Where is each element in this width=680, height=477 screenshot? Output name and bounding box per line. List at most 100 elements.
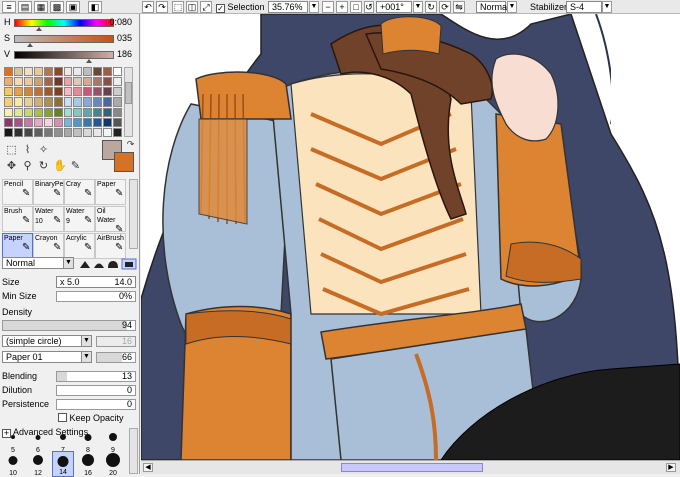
color-swatch[interactable]: [43, 67, 53, 77]
texture-slider[interactable]: 66: [96, 352, 136, 363]
color-swatch[interactable]: [103, 87, 113, 97]
color-swatch[interactable]: [4, 87, 13, 97]
blend-dropdown-icon[interactable]: ▼: [507, 1, 517, 13]
color-swatch[interactable]: [93, 77, 103, 87]
color-swatch[interactable]: [73, 87, 83, 97]
brush-shape-dropdown[interactable]: (simple circle) ▼: [2, 335, 92, 347]
rotate-tool-icon[interactable]: ↻: [37, 160, 50, 173]
color-swatch[interactable]: [113, 127, 122, 137]
color-swatch[interactable]: [103, 67, 113, 77]
brush-preset[interactable]: Crayon ✎: [33, 233, 64, 259]
redo-icon[interactable]: ↷: [156, 1, 168, 13]
rotation-field[interactable]: +001°: [376, 1, 412, 13]
value-bar[interactable]: [14, 51, 114, 59]
brush-scrollbar[interactable]: [129, 179, 138, 249]
color-swatch[interactable]: [4, 67, 13, 77]
color-swatch[interactable]: [33, 77, 43, 87]
color-swatch[interactable]: [4, 117, 13, 127]
tip-shape-sharp[interactable]: [80, 261, 90, 268]
stabilizer-dropdown-icon[interactable]: ▼: [602, 1, 612, 13]
brush-tip-shapes[interactable]: [78, 258, 138, 270]
color-swatch[interactable]: [93, 127, 103, 137]
hand-tool-icon[interactable]: ✋: [53, 160, 67, 173]
brush-preset[interactable]: Water 9 ✎: [64, 206, 95, 232]
color-swatch[interactable]: [33, 117, 43, 127]
color-swatch[interactable]: [63, 117, 73, 127]
color-swatch[interactable]: [53, 97, 63, 107]
color-swatch[interactable]: [13, 97, 23, 107]
color-swatch[interactable]: [43, 77, 53, 87]
color-swatch[interactable]: [83, 77, 93, 87]
zoom-out-icon[interactable]: −: [322, 1, 334, 13]
color-swatch[interactable]: [73, 67, 83, 77]
background-color[interactable]: [114, 152, 134, 172]
brush-preset[interactable]: Brush ✎: [2, 206, 33, 232]
color-swatch[interactable]: [43, 107, 53, 117]
brush-size-preset[interactable]: 16: [77, 451, 99, 477]
rotate-reset-icon[interactable]: ↻: [425, 1, 437, 13]
color-swatch[interactable]: [113, 117, 122, 127]
color-swatch[interactable]: [23, 117, 33, 127]
color-swatch[interactable]: [103, 77, 113, 87]
color-swatch[interactable]: [4, 127, 13, 137]
move-icon[interactable]: ✥: [5, 160, 18, 173]
color-swatch[interactable]: [33, 107, 43, 117]
color-swatch[interactable]: [93, 117, 103, 127]
canvas-horizontal-scrollbar[interactable]: ◀ ▶: [141, 460, 680, 474]
brush-preset[interactable]: Paper ✎: [2, 233, 33, 259]
color-swatch[interactable]: [4, 97, 13, 107]
stabilizer-field[interactable]: S-4: [566, 1, 602, 13]
color-swatch[interactable]: [63, 127, 73, 137]
color-swatch[interactable]: [33, 67, 43, 77]
saturation-handle[interactable]: [27, 43, 33, 47]
color-swatch[interactable]: [83, 117, 93, 127]
color-swatch[interactable]: [23, 107, 33, 117]
eyedropper-icon[interactable]: ✎: [69, 160, 82, 173]
color-swatch[interactable]: [103, 107, 113, 117]
keep-opacity-checkbox[interactable]: Keep Opacity: [58, 413, 124, 423]
color-swatch[interactable]: [43, 117, 53, 127]
color-swatch[interactable]: [103, 117, 113, 127]
color-swatch[interactable]: [113, 107, 122, 117]
drawing-canvas[interactable]: [141, 14, 680, 460]
palette-icon[interactable]: ▦: [34, 1, 48, 13]
color-swatch[interactable]: [63, 107, 73, 117]
flip-icon[interactable]: ⇋: [453, 1, 465, 13]
blend-mode-dropdown[interactable]: Normal ▼: [2, 257, 74, 269]
color-swatch[interactable]: [63, 77, 73, 87]
color-swatch[interactable]: [63, 67, 73, 77]
brush-preset[interactable]: Acrylic ✎: [64, 233, 95, 259]
color-swatch[interactable]: [23, 77, 33, 87]
persistence-slider[interactable]: 0: [56, 399, 136, 410]
brush-preset[interactable]: Paper ✎: [95, 179, 126, 205]
scroll-left-icon[interactable]: ◀: [143, 463, 153, 472]
color-swatch[interactable]: [23, 127, 33, 137]
color-swatch[interactable]: [23, 97, 33, 107]
color-swatch[interactable]: [53, 107, 63, 117]
color-swatch[interactable]: [13, 127, 23, 137]
color-swatch[interactable]: [113, 87, 122, 97]
color-swatch[interactable]: [13, 107, 23, 117]
zoom-tool-icon[interactable]: ⚲: [21, 160, 34, 173]
selection-checkbox[interactable]: ✓ Selection: [216, 1, 265, 13]
rotation-dropdown-icon[interactable]: ▼: [413, 1, 423, 13]
color-swatch[interactable]: [103, 97, 113, 107]
brush-size-preset[interactable]: 14: [52, 451, 74, 477]
color-swatch[interactable]: [103, 127, 113, 137]
color-swatch[interactable]: [53, 127, 63, 137]
color-swatch[interactable]: [113, 67, 122, 77]
undo-icon[interactable]: ↶: [142, 1, 154, 13]
color-swatch[interactable]: [53, 67, 63, 77]
size-scrollbar[interactable]: [129, 428, 138, 474]
brush-preset[interactable]: Oil Water ✎: [95, 206, 126, 232]
scroll-right-icon[interactable]: ▶: [666, 463, 676, 472]
color-swatch[interactable]: [73, 117, 83, 127]
view-icon[interactable]: ▤: [18, 1, 32, 13]
size-field[interactable]: x 5.0 14.0: [56, 276, 136, 288]
brush-preset[interactable]: AirBrush ✎: [95, 233, 126, 259]
color-swatch[interactable]: [83, 67, 93, 77]
hue-slider[interactable]: H 0:080: [2, 16, 136, 31]
brush-preset[interactable]: Pencil ✎: [2, 179, 33, 205]
grid-icon[interactable]: ▩: [50, 1, 64, 13]
color-swatch[interactable]: [83, 107, 93, 117]
